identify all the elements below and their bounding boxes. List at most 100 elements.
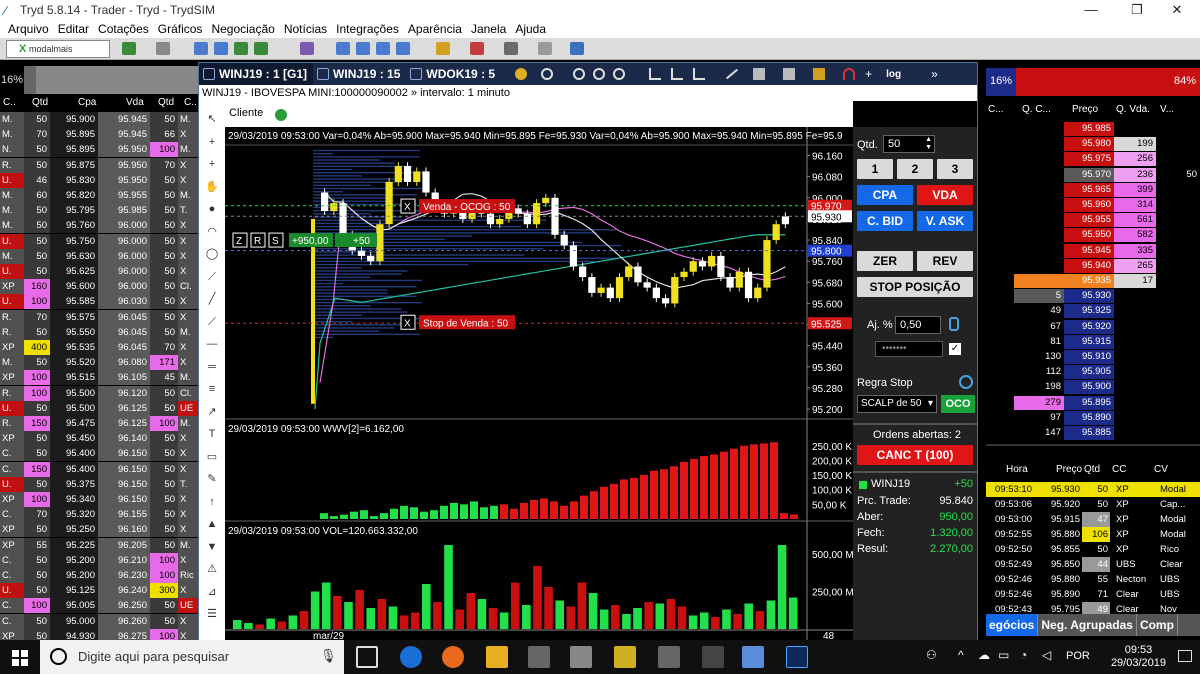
book-row[interactable]: U. 50 95.375 96.150 50 T.	[0, 476, 198, 492]
light-icon[interactable]	[515, 68, 528, 80]
users-icon[interactable]	[470, 42, 484, 55]
chart-svg[interactable]: 29/03/2019 09:53:00 Var=0,04% Ab=95.900 …	[225, 127, 853, 641]
book-row[interactable]: U. 50 95.500 96.125 50 UE	[0, 400, 198, 416]
photoshop-icon[interactable]	[786, 646, 808, 668]
tab-wdok19-5[interactable]: WDOK19 : 5	[406, 63, 501, 85]
adjust-input[interactable]: 0,50	[895, 316, 941, 334]
stop-rule-select[interactable]: SCALP de 50 ▾	[857, 395, 937, 413]
trade-row[interactable]: 09:52:55 95.880 106 XP Modal	[986, 527, 1200, 542]
book-row[interactable]: M. 50 95.760 96.000 50 X	[0, 218, 198, 234]
book-row[interactable]: M. 50 95.795 95.985 50 T.	[0, 203, 198, 219]
qty-3-button[interactable]: 3	[937, 159, 973, 179]
book-row[interactable]: 81 95.915	[986, 334, 1200, 349]
book-row[interactable]: XP 55 95.225 96.205 50 M.	[0, 537, 198, 553]
book-row[interactable]: 95.960 314	[986, 198, 1200, 212]
person-icon[interactable]	[504, 42, 518, 55]
text-icon[interactable]: T	[205, 428, 219, 440]
menu-integracoes[interactable]: Integrações	[336, 22, 399, 36]
store-icon[interactable]	[528, 646, 550, 668]
tab-comp[interactable]: Comp	[1137, 614, 1178, 636]
book-row[interactable]: 95.940 265	[986, 258, 1200, 273]
minimize-button[interactable]: —	[1068, 0, 1114, 20]
book-icon[interactable]	[122, 42, 136, 55]
menu-janela[interactable]: Janela	[471, 22, 506, 36]
windows-start-icon[interactable]	[12, 650, 28, 666]
col-qty-sell[interactable]: Q. Vda.	[1116, 104, 1150, 115]
book-row[interactable]: M. 50 95.630 96.000 50 X	[0, 248, 198, 264]
trade-row[interactable]: 09:52:46 95.890 71 Clear UBS	[986, 587, 1200, 602]
book-row[interactable]: 5 95.930	[986, 289, 1200, 304]
page-icon[interactable]	[356, 42, 370, 55]
qty-1-button[interactable]: 1	[857, 159, 893, 179]
arrow-up-icon[interactable]: ↑	[205, 496, 219, 508]
book-row[interactable]: 95.955 561	[986, 213, 1200, 228]
movies-icon[interactable]	[702, 646, 724, 668]
tab-winj19-15[interactable]: WINJ19 : 15	[313, 63, 406, 85]
broker-selector[interactable]: modalmais	[6, 40, 110, 58]
book-row[interactable]: 95.985	[986, 122, 1200, 136]
trade-row[interactable]: 09:53:06 95.920 50 XP Cap...	[986, 497, 1200, 512]
book-row[interactable]: 49 95.925	[986, 304, 1200, 319]
book-row[interactable]: C. 50 95.200 96.210 100 X	[0, 552, 198, 568]
plot-area[interactable]: 29/03/2019 09:53:00 Var=0,04% Ab=95.900 …	[225, 127, 853, 641]
line-icon[interactable]	[693, 68, 706, 80]
sticky-notes-icon[interactable]	[614, 646, 636, 668]
zoom-in-icon[interactable]	[573, 68, 586, 80]
system-clock[interactable]: 09:53 29/03/2019	[1111, 644, 1166, 670]
crosshair-icon[interactable]: +	[205, 136, 219, 148]
trendline-icon[interactable]: ⟋	[205, 316, 219, 328]
col-broker-sell[interactable]: C..	[184, 97, 197, 108]
book-row[interactable]: C. 50 95.000 96.260 50 X	[0, 613, 198, 629]
cancel-all-button[interactable]: CANC T (100)	[857, 445, 973, 465]
book-row[interactable]: C. 150 95.400 96.150 50 X	[0, 461, 198, 477]
book-row[interactable]: 147 95.885	[986, 426, 1200, 440]
password-field[interactable]: •••••••	[875, 341, 943, 357]
book-row[interactable]: R. 50 95.875 95.950 70 X	[0, 157, 198, 173]
book-row[interactable]: R. 150 95.475 96.125 100 M.	[0, 416, 198, 431]
language-indicator[interactable]: POR	[1066, 650, 1090, 662]
menu-arquivo[interactable]: Arquivo	[8, 22, 49, 36]
book-row[interactable]: 95.935 17	[986, 274, 1200, 288]
col-broker-sell[interactable]: V...	[1160, 104, 1174, 115]
candles-icon[interactable]	[671, 68, 684, 80]
rect-icon[interactable]: ▭	[205, 451, 219, 463]
col-qty-sell[interactable]: Qtd	[158, 97, 174, 108]
tool-icon[interactable]	[538, 42, 552, 55]
buy-arrow-icon[interactable]: ▲	[205, 518, 219, 530]
book-row[interactable]: C. 50 95.400 96.150 50 X	[0, 446, 198, 462]
reverse-button[interactable]: REV	[917, 251, 973, 271]
col-qty[interactable]: Qtd	[1084, 464, 1100, 475]
book-row[interactable]: U. 50 95.125 96.240 300 X	[0, 583, 198, 599]
tab-winj19-1[interactable]: WINJ19 : 1 [G1]	[199, 63, 314, 85]
book-row[interactable]: XP 160 95.600 96.000 50 Cl.	[0, 279, 198, 295]
template-icon[interactable]	[783, 68, 796, 80]
book-row[interactable]: XP 100 95.340 96.150 50 X	[0, 492, 198, 507]
menu-cotacoes[interactable]: Cotações	[98, 22, 149, 36]
arc-icon[interactable]: ◠	[205, 226, 219, 238]
gear-icon[interactable]	[959, 375, 973, 389]
task-view-icon[interactable]	[356, 646, 378, 668]
log-toggle[interactable]: log	[886, 69, 901, 80]
target-icon[interactable]	[541, 68, 554, 80]
col-price[interactable]: Preço	[1056, 464, 1082, 475]
tab-neg-agrupadas[interactable]: Neg. Agrupadas	[1038, 614, 1137, 636]
zoom-icon[interactable]	[613, 68, 626, 80]
hline-icon[interactable]: —	[205, 338, 219, 350]
volume-icon[interactable]: ◁	[1042, 648, 1051, 662]
book-row[interactable]: 95.965 399	[986, 182, 1200, 197]
col-qty-buy[interactable]: Q. C...	[1022, 104, 1051, 115]
magnet-icon[interactable]	[843, 68, 856, 80]
tab-negocios[interactable]: egócios	[986, 614, 1039, 636]
draw-icon[interactable]	[726, 68, 739, 80]
book-row[interactable]: XP 100 95.515 96.105 45 M.	[0, 370, 198, 386]
pen-icon[interactable]: ✎	[205, 473, 219, 485]
password-checkbox[interactable]: ✓	[949, 343, 961, 355]
trade-row[interactable]: 09:52:49 95.850 44 UBS Clear	[986, 557, 1200, 572]
cloud-icon[interactable]: ☁	[978, 648, 990, 662]
monitor-icon[interactable]	[156, 42, 170, 55]
book-row[interactable]: 67 95.920	[986, 319, 1200, 334]
menu-negociacao[interactable]: Negociação	[211, 22, 274, 36]
fan-icon[interactable]: ⟋	[205, 271, 219, 283]
ruler-icon[interactable]: ⊿	[205, 586, 219, 598]
col-broker-buy[interactable]: C...	[988, 104, 1004, 115]
